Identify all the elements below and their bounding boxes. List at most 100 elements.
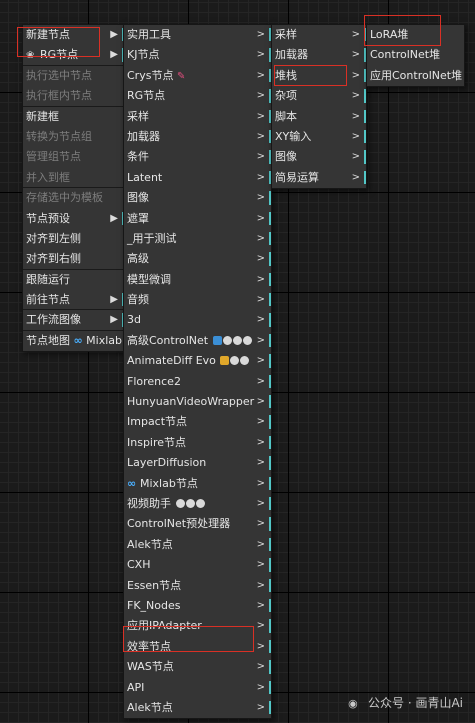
menu-item-scripts[interactable]: 脚本 > <box>272 107 366 127</box>
menu-item-stack[interactable]: 堆栈 > <box>272 66 366 86</box>
menu-item-audio[interactable]: 音频 > <box>124 290 271 310</box>
menu-item-label: 3d <box>127 313 141 327</box>
menu-item-florence2[interactable]: Florence2 > <box>124 372 271 392</box>
menu-item-label: Florence2 <box>127 374 181 388</box>
menu-item-misc[interactable]: 杂项 > <box>272 86 366 106</box>
menu-item-label: 节点地图 <box>26 333 70 347</box>
menu-item-cxh[interactable]: CXH > <box>124 555 271 575</box>
a-badge-icon <box>222 335 232 345</box>
menu-item-sampling[interactable]: 采样 > <box>272 25 366 45</box>
menu-item-controlnet-stack[interactable]: ControlNet堆 <box>367 45 464 65</box>
menu-item-alek-nodes-2[interactable]: Alek节点 > <box>124 698 271 718</box>
menu-item-run-selected[interactable]: 执行选中节点 <box>23 66 124 86</box>
menu-item-apply-ipadapter[interactable]: 应用IPAdapter > <box>124 616 271 636</box>
menu-item-label: 图像 <box>275 150 297 164</box>
menu-item-label: FK_Nodes <box>127 598 181 612</box>
menu-item-efficiency-nodes[interactable]: 效率节点 > <box>124 637 271 657</box>
menu-item-label: 并入到框 <box>26 170 70 184</box>
menu-item-convert-to-group-node[interactable]: 转换为节点组 <box>23 127 124 147</box>
chevron-right-icon: > <box>256 273 265 285</box>
menu-item-label: 简易运算 <box>275 170 319 184</box>
menu-item-node-presets[interactable]: 节点预设 ▶ <box>23 209 124 229</box>
menu-item-label: 采样 <box>275 28 297 41</box>
menu-item-image[interactable]: 图像 > <box>272 147 366 167</box>
menu-item-label: 对齐到右侧 <box>26 252 81 266</box>
menu-item-conditioning[interactable]: 条件 > <box>124 147 271 167</box>
menu-item-loaders[interactable]: 加载器 > <box>124 127 271 147</box>
chevron-right-icon: > <box>256 681 265 693</box>
menu-item-image[interactable]: 图像 > <box>124 188 271 208</box>
menu-item-label: 加载器 <box>275 48 308 62</box>
chevron-right-icon: > <box>256 457 265 469</box>
chevron-right-icon: > <box>256 90 265 102</box>
menu-item-mask[interactable]: 遮罩 > <box>124 209 271 229</box>
menu-item-go-to-node[interactable]: 前往节点 ▶ <box>23 290 124 311</box>
menu-item-run-in-group[interactable]: 执行框内节点 <box>23 86 124 107</box>
menu-item-label: 执行选中节点 <box>26 68 92 82</box>
menu-item-inspire-nodes[interactable]: Inspire节点 > <box>124 433 271 453</box>
chevron-right-icon: ▶ <box>110 49 118 61</box>
chevron-right-icon: > <box>256 192 265 204</box>
menu-item-label: CXH <box>127 558 151 572</box>
menu-item-utils[interactable]: 实用工具 > <box>124 25 271 45</box>
menu-item-merge-into-group[interactable]: 并入到框 <box>23 168 124 189</box>
menu-item-align-left[interactable]: 对齐到左侧 <box>23 229 124 249</box>
menu-item-layerdiffusion[interactable]: LayerDiffusion > <box>124 453 271 473</box>
wechat-icon: ◉ <box>348 697 358 710</box>
chevron-right-icon: > <box>256 212 265 224</box>
menu-item-crys-nodes[interactable]: Crys节点 ✎ > <box>124 66 271 86</box>
menu-item-label: 图像 <box>127 191 149 205</box>
chevron-right-icon: > <box>351 69 360 81</box>
menu-item-rg-nodes[interactable]: ❀ RG节点 ▶ <box>23 45 124 66</box>
menu-item-label: Impact节点 <box>127 415 188 429</box>
chevron-right-icon: > <box>256 396 265 408</box>
chevron-right-icon: > <box>256 130 265 142</box>
menu-item-advanced[interactable]: 高级 > <box>124 249 271 269</box>
rg-icon: ❀ <box>26 50 35 62</box>
menu-item-hunyuanvideowrapper[interactable]: HunyuanVideoWrapper > <box>124 392 271 412</box>
menu-item-advanced-controlnet[interactable]: 高级ControlNet > <box>124 331 271 351</box>
menu-item-controlnet-preprocessors[interactable]: ControlNet预处理器 > <box>124 514 271 534</box>
menu-item-label: 应用IPAdapter <box>127 619 202 633</box>
menu-item-alek-nodes[interactable]: Alek节点 > <box>124 535 271 555</box>
chevron-right-icon: > <box>351 151 360 163</box>
menu-item-simple-eval[interactable]: 简易运算 > <box>272 168 366 188</box>
menu-item-save-as-template[interactable]: 存储选中为模板 <box>23 188 124 208</box>
menu-item-for-testing[interactable]: _用于测试 > <box>124 229 271 249</box>
menu-item-label: WAS节点 <box>127 660 174 674</box>
menu-item-fk-nodes[interactable]: FK_Nodes > <box>124 596 271 616</box>
menu-item-api[interactable]: API > <box>124 678 271 698</box>
menu-item-label: Inspire节点 <box>127 435 187 449</box>
menu-item-manage-group-nodes[interactable]: 管理组节点 <box>23 147 124 167</box>
menu-item-kj-nodes[interactable]: KJ节点 > <box>124 45 271 65</box>
menu-item-label: 效率节点 <box>127 639 171 653</box>
chevron-right-icon: ▶ <box>110 29 118 40</box>
watermark-text: 公众号 · 画青山Ai <box>368 696 463 710</box>
chevron-right-icon: > <box>256 110 265 122</box>
menu-item-label: 跟随运行 <box>26 272 70 286</box>
menu-item-impact-nodes[interactable]: Impact节点 > <box>124 412 271 432</box>
chevron-right-icon: > <box>351 171 360 183</box>
menu-item-latent[interactable]: Latent > <box>124 168 271 188</box>
menu-item-rg-nodes-2[interactable]: RG节点 > <box>124 86 271 106</box>
menu-item-video-helper[interactable]: 视频助手 > <box>124 494 271 514</box>
menu-item-follow-execution[interactable]: 跟随运行 <box>23 270 124 290</box>
menu-item-loaders[interactable]: 加载器 > <box>272 45 366 65</box>
menu-item-lora-stack[interactable]: LoRA堆 <box>367 25 464 45</box>
menu-item-apply-controlnet-stack[interactable]: 应用ControlNet堆 <box>367 66 464 86</box>
menu-item-sampling[interactable]: 采样 > <box>124 107 271 127</box>
menu-item-3d[interactable]: 3d > <box>124 310 271 330</box>
menu-item-node-map[interactable]: 节点地图 ∞ Mixlab <box>23 331 124 351</box>
menu-item-xy-inputs[interactable]: XY输入 > <box>272 127 366 147</box>
menu-item-label: ControlNet预处理器 <box>127 517 231 531</box>
menu-item-was-nodes[interactable]: WAS节点 > <box>124 657 271 677</box>
menu-item-animatediff-evo[interactable]: AnimateDiff Evo > <box>124 351 271 371</box>
menu-item-mixlab-nodes[interactable]: ∞ Mixlab节点 > <box>124 474 271 494</box>
menu-item-label: 新建节点 <box>26 28 70 41</box>
menu-item-new-group[interactable]: 新建框 <box>23 107 124 127</box>
menu-item-model-finetune[interactable]: 模型微调 > <box>124 270 271 290</box>
menu-item-workflow-image[interactable]: 工作流图像 ▶ <box>23 310 124 331</box>
menu-item-new-node[interactable]: 新建节点 ▶ <box>23 25 124 45</box>
menu-item-align-right[interactable]: 对齐到右侧 <box>23 249 124 270</box>
menu-item-essen-nodes[interactable]: Essen节点 > <box>124 576 271 596</box>
